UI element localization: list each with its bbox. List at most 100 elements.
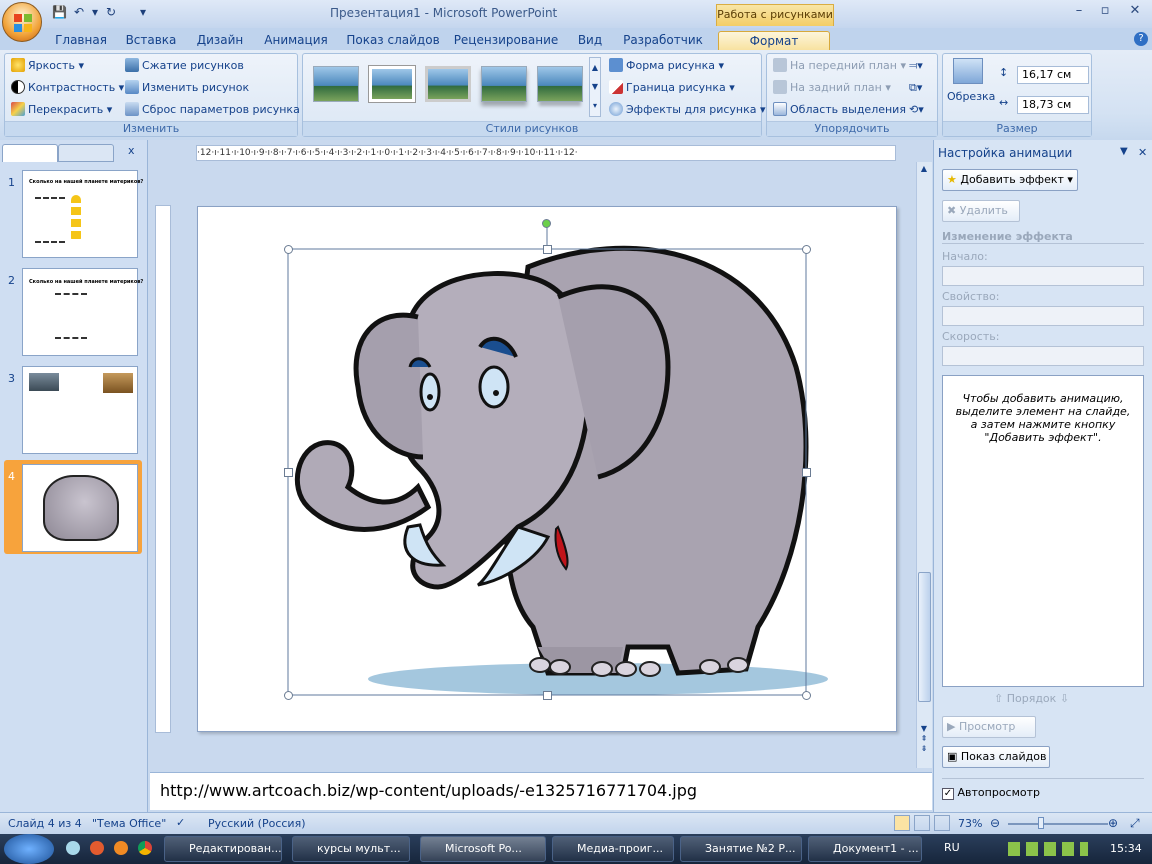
save-icon[interactable]: 💾: [52, 5, 67, 23]
office-button[interactable]: [2, 2, 42, 42]
move-down-icon[interactable]: ⇩: [1060, 692, 1069, 705]
tab-outline[interactable]: [58, 144, 114, 162]
tab-format[interactable]: Формат: [718, 31, 830, 50]
zoom-in-icon[interactable]: ⊕: [1108, 816, 1118, 830]
start-button[interactable]: [4, 834, 54, 864]
send-to-back-button[interactable]: На задний план ▾: [773, 79, 891, 97]
move-up-icon[interactable]: ⇧: [994, 692, 1003, 705]
remove-button[interactable]: ✖ Удалить: [942, 200, 1020, 222]
slide-thumbnail-1[interactable]: Сколько на нашей планете материков?: [22, 170, 143, 258]
resize-handle-se[interactable]: [802, 691, 811, 700]
resize-handle-w[interactable]: [284, 468, 293, 477]
recolor-button[interactable]: Перекрасить ▾: [11, 101, 112, 119]
align-icon[interactable]: ⫤▾: [909, 57, 923, 75]
elephant-picture[interactable]: [198, 207, 898, 733]
undo-dropdown-icon[interactable]: ▾: [92, 5, 98, 23]
tray-icons[interactable]: [1008, 842, 1088, 856]
slide-thumbnail-2[interactable]: Сколько на нашей планете материков?: [22, 268, 143, 356]
tab-slides[interactable]: [2, 144, 58, 162]
undo-icon[interactable]: ↶: [74, 5, 84, 23]
taskbar-task[interactable]: Microsoft Po...: [420, 836, 546, 862]
vertical-scrollbar[interactable]: ▲ ▼ ⇞ ⇟: [916, 162, 932, 768]
maximize-button[interactable]: ▫: [1092, 3, 1118, 21]
resize-handle-s[interactable]: [543, 691, 552, 700]
reading-view-icon[interactable]: [934, 815, 950, 831]
slide-thumbnail-4[interactable]: [22, 464, 138, 552]
tab-insert[interactable]: Вставка: [122, 31, 180, 50]
picture-shape-button[interactable]: Форма рисунка ▾: [609, 57, 724, 75]
scroll-thumb[interactable]: [918, 572, 931, 702]
spellcheck-icon[interactable]: ✓: [176, 816, 185, 829]
tab-view[interactable]: Вид: [572, 31, 608, 50]
group-icon[interactable]: ⧉▾: [909, 79, 922, 97]
style-thumb-1[interactable]: [313, 66, 359, 102]
selection-pane-button[interactable]: Область выделения: [773, 101, 906, 119]
speed-select[interactable]: [942, 346, 1144, 366]
style-thumb-3[interactable]: [425, 66, 471, 102]
quicklaunch-icon[interactable]: [90, 841, 104, 855]
tab-animation[interactable]: Анимация: [260, 31, 332, 50]
resize-handle-ne[interactable]: [802, 245, 811, 254]
taskbar-task[interactable]: курсы мульт...: [292, 836, 410, 862]
firefox-icon[interactable]: [114, 841, 128, 855]
resize-handle-nw[interactable]: [284, 245, 293, 254]
slide-thumbnail-3[interactable]: [22, 366, 138, 454]
notes-pane[interactable]: http://www.artcoach.biz/wp-content/uploa…: [150, 772, 932, 810]
close-button[interactable]: ✕: [1122, 3, 1148, 21]
crop-button[interactable]: Обрезка: [947, 88, 995, 106]
slide-sorter-icon[interactable]: [914, 815, 930, 831]
tab-review[interactable]: Рецензирование: [452, 31, 560, 50]
picture-effects-button[interactable]: Эффекты для рисунка ▾: [609, 101, 766, 119]
minimize-button[interactable]: –: [1066, 3, 1092, 21]
style-thumb-5[interactable]: [537, 66, 583, 102]
zoom-out-icon[interactable]: ⊖: [990, 816, 1000, 830]
close-pane-icon[interactable]: x: [128, 144, 135, 157]
property-select[interactable]: [942, 306, 1144, 326]
taskbar-task[interactable]: Занятие №2 Р...: [680, 836, 802, 862]
tab-home[interactable]: Главная: [52, 31, 110, 50]
brightness-button[interactable]: Яркость ▾: [11, 57, 84, 75]
scroll-up-icon[interactable]: ▲: [918, 164, 930, 176]
tab-slideshow[interactable]: Показ слайдов: [344, 31, 442, 50]
bring-to-front-button[interactable]: На передний план ▾: [773, 57, 906, 75]
zoom-slider[interactable]: [1008, 823, 1108, 825]
contrast-button[interactable]: Контрастность ▾: [11, 79, 124, 97]
pane-menu-icon[interactable]: ▼: [1120, 146, 1128, 157]
pane-close-icon[interactable]: ✕: [1138, 146, 1147, 159]
quicklaunch-icon[interactable]: [66, 841, 80, 855]
taskbar-task[interactable]: Документ1 - ...: [808, 836, 922, 862]
qat-customize-icon[interactable]: ▾: [140, 5, 146, 23]
redo-icon[interactable]: ↻: [106, 5, 116, 23]
clock[interactable]: 15:34: [1110, 842, 1142, 855]
normal-view-icon[interactable]: [894, 815, 910, 831]
tab-developer[interactable]: Разработчик: [620, 31, 706, 50]
chrome-icon[interactable]: [138, 841, 152, 855]
taskbar-task[interactable]: Редактирован...: [164, 836, 282, 862]
taskbar-task[interactable]: Медиа-проиг...: [552, 836, 674, 862]
change-picture-button[interactable]: Изменить рисунок: [125, 79, 249, 97]
tab-design[interactable]: Дизайн: [192, 31, 248, 50]
resize-handle-n[interactable]: [543, 245, 552, 254]
reset-picture-button[interactable]: Сброс параметров рисунка: [125, 101, 300, 119]
autopreview-checkbox[interactable]: ✓ Автопросмотр: [942, 786, 1040, 800]
resize-handle-e[interactable]: [802, 468, 811, 477]
picture-border-button[interactable]: Граница рисунка ▾: [609, 79, 735, 97]
preview-button[interactable]: ▶ Просмотр: [942, 716, 1036, 738]
style-thumb-4[interactable]: [481, 66, 527, 102]
width-field[interactable]: 18,73 см: [1017, 96, 1089, 114]
start-select[interactable]: [942, 266, 1144, 286]
language-indicator[interactable]: Русский (Россия): [208, 817, 306, 830]
animation-list[interactable]: Чтобы добавить анимацию, выделите элемен…: [942, 375, 1144, 687]
rotate-handle[interactable]: [542, 219, 551, 228]
zoom-slider-thumb[interactable]: [1038, 817, 1044, 829]
resize-handle-sw[interactable]: [284, 691, 293, 700]
styles-gallery-scroll[interactable]: ▲ ▼ ▾: [589, 57, 601, 117]
language-bar[interactable]: RU: [944, 841, 960, 854]
scroll-page-icons[interactable]: ▼ ⇞ ⇟: [918, 724, 930, 764]
height-field[interactable]: 16,17 см: [1017, 66, 1089, 84]
add-effect-button[interactable]: ★ Добавить эффект ▾: [942, 169, 1078, 191]
style-thumb-2[interactable]: [369, 66, 415, 102]
help-icon[interactable]: ?: [1134, 32, 1148, 46]
slide-canvas[interactable]: [197, 206, 897, 732]
slideshow-button[interactable]: ▣ Показ слайдов: [942, 746, 1050, 768]
